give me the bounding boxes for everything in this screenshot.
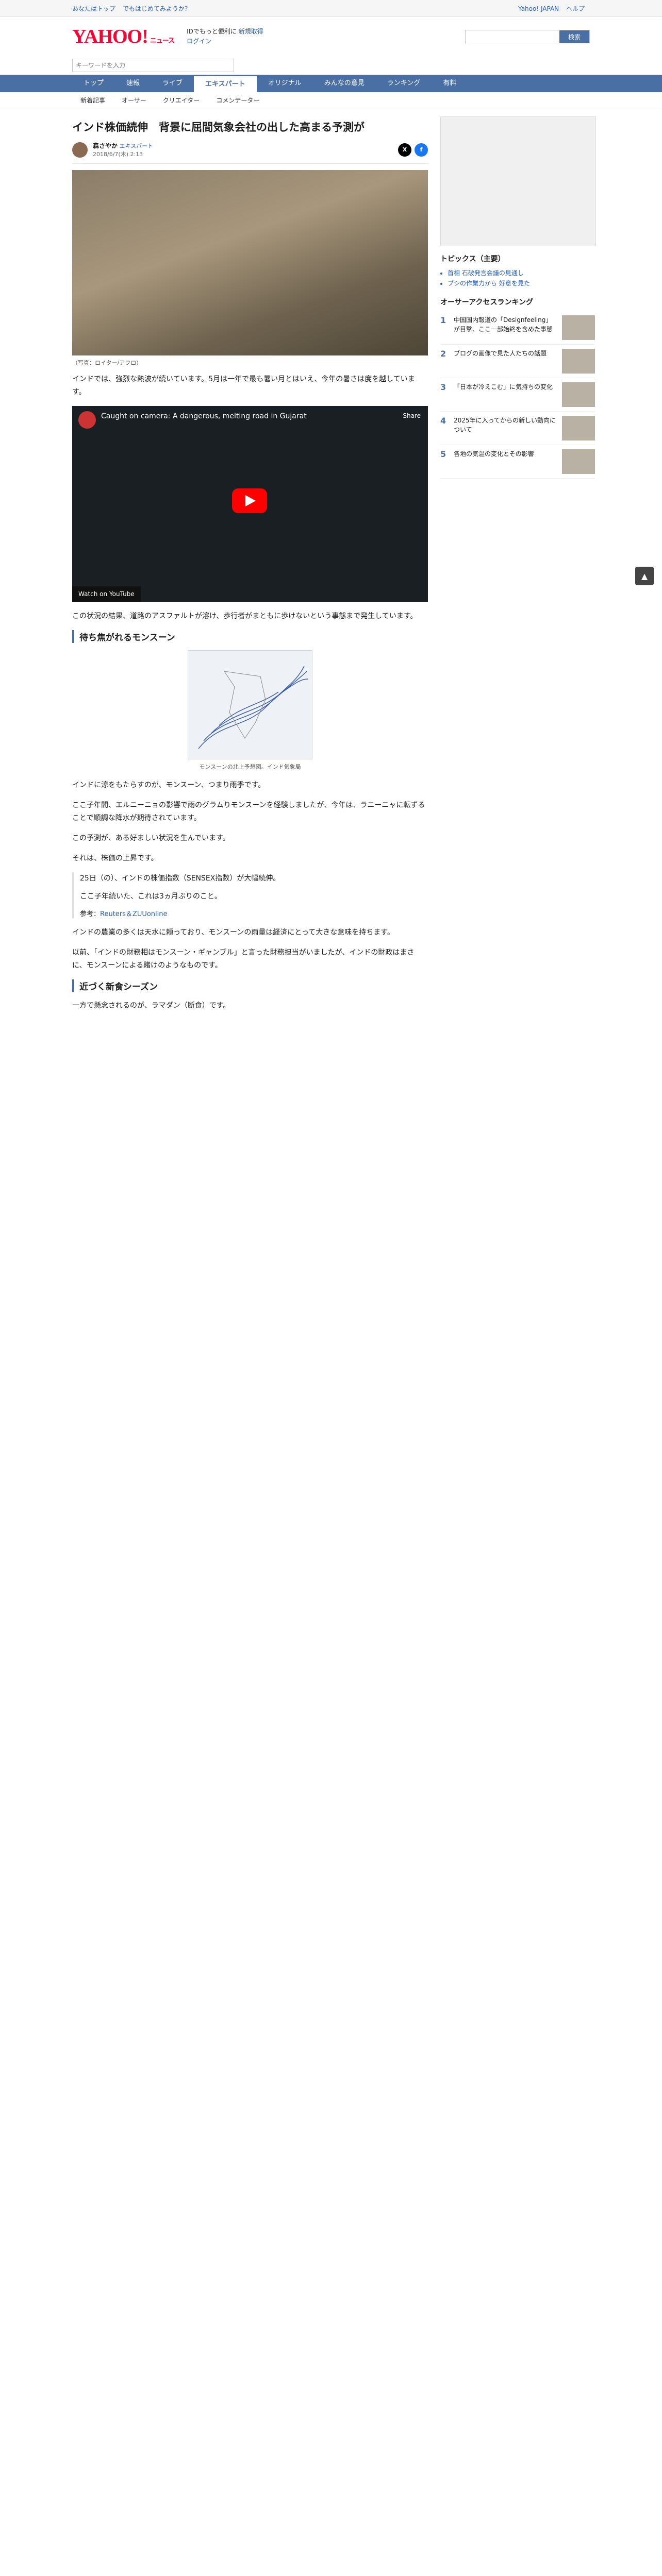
map-caption: モンスーンの北上予想図。インド気象局 bbox=[199, 764, 301, 770]
photo-caption: （写真：ロイター/アフロ） bbox=[72, 360, 142, 366]
monsoon-map bbox=[188, 650, 312, 759]
ranking-thumbnail[interactable] bbox=[562, 382, 595, 407]
sub-nav: 新着記事 オーサー クリエイター コメンテーター bbox=[0, 92, 662, 109]
ranking-title: オーサーアクセスランキング bbox=[440, 298, 534, 307]
channel-avatar[interactable] bbox=[78, 411, 96, 429]
ranking-thumbnail[interactable] bbox=[562, 416, 595, 440]
ranking-item[interactable]: 5 各地の気温の変化とその影響 bbox=[440, 445, 595, 479]
ranking-text[interactable]: 2025年に入ってからの新しい動向について bbox=[454, 416, 558, 440]
ranking-text[interactable]: 中国国内報道の「Designfeeling」が目撃、ここ一部始終を含めた事態 bbox=[454, 315, 558, 340]
sidebar-ad[interactable] bbox=[440, 116, 596, 246]
watch-on-youtube-button[interactable]: Watch on YouTube bbox=[72, 586, 141, 602]
login-prompt: IDでもっと便利に 新規取得 ログイン bbox=[187, 28, 263, 45]
login-link[interactable]: ログイン bbox=[187, 38, 211, 45]
topic-item[interactable]: 首相 石破発言会議の見通し bbox=[448, 268, 595, 278]
article-paragraph-2: この状況の結果、道路のアスファルトが溶け、歩行者がまともに歩けないという事態まで… bbox=[72, 612, 418, 620]
topics-title: トピックス（主要） bbox=[440, 255, 505, 263]
subnav-creator[interactable]: クリエイター bbox=[155, 92, 208, 109]
quoted-block: 25日（の）、インドの株価指数（SENSEX指数）が大幅続伸。 ここ子年続いた、… bbox=[72, 872, 428, 918]
quote-line-2: ここ子年続いた、これは3ヵ月ぶりのこと。 bbox=[80, 892, 222, 901]
article-paragraph-7: インドの農業の多くは天水に頼っており、モンスーンの雨量は経済にとって大きな意味を… bbox=[72, 928, 394, 937]
quote-line-1: 25日（の）、インドの株価指数（SENSEX指数）が大幅続伸。 bbox=[80, 874, 280, 883]
section-heading-2: 近づく新食シーズン bbox=[72, 979, 428, 992]
yahoo-japan-link[interactable]: Yahoo! JAPAN bbox=[518, 5, 559, 12]
subnav-latest[interactable]: 新着記事 bbox=[72, 92, 113, 109]
nav-tab-original[interactable]: オリジナル bbox=[257, 75, 313, 92]
nav-tab-live[interactable]: ライブ bbox=[151, 75, 194, 92]
sidebar: トピックス（主要） 首相 石破発言会議の見通し ブシの作業力から 好意を見た オ… bbox=[440, 116, 596, 1020]
nav-tab-ranking[interactable]: ランキング bbox=[376, 75, 432, 92]
keyword-input[interactable] bbox=[72, 59, 234, 72]
ranking-item[interactable]: 3 「日本が冷えこむ」に気持ちの変化 bbox=[440, 378, 595, 412]
masthead: YAHOO! ニュース IDでもっと便利に 新規取得 ログイン 検索 bbox=[0, 17, 662, 56]
yahoo-news-logo[interactable]: YAHOO! ニュース bbox=[72, 25, 175, 48]
ranking-number: 5 bbox=[440, 449, 446, 459]
search-input[interactable] bbox=[466, 30, 559, 43]
nav-tab-expert[interactable]: エキスパート bbox=[194, 75, 257, 92]
section-heading-1: 待ち焦がれるモンスーン bbox=[72, 630, 428, 643]
utility-link-2[interactable]: でもはじめてみようか？ bbox=[123, 5, 191, 12]
facebook-share-icon[interactable]: f bbox=[415, 143, 428, 157]
article-paragraph-4: ここ子年間、エルニーニョの影響で雨のグラムりモンスーンを経験しましたが、今年は、… bbox=[72, 801, 425, 822]
utility-link-1[interactable]: あなたはトップ bbox=[72, 5, 115, 12]
video-share-button[interactable]: Share bbox=[403, 412, 421, 419]
ranking-list: 1 中国国内報道の「Designfeeling」が目撃、ここ一部始終を含めた事態… bbox=[440, 311, 595, 479]
article-paragraph-1: インドでは、強烈な熱波が続いています。5月は一年で最も暑い月とはいえ、今年の暑さ… bbox=[72, 375, 415, 396]
byline: 森さやか エキスパート 2018/6/7(木) 2:13 X f bbox=[72, 141, 428, 164]
article-paragraph-5: この予測が、ある好ましい状況を生んでいます。 bbox=[72, 834, 230, 842]
ranking-text[interactable]: 「日本が冷えこむ」に気持ちの変化 bbox=[454, 382, 558, 407]
article-date: 2018/6/7(木) 2:13 bbox=[93, 151, 143, 158]
ranking-item[interactable]: 4 2025年に入ってからの新しい動向について bbox=[440, 412, 595, 445]
video-title[interactable]: Caught on camera: A dangerous, melting r… bbox=[101, 412, 307, 420]
search-box: 検索 bbox=[465, 30, 590, 43]
quote-source-link[interactable]: Reuters＆ZUUonline bbox=[100, 910, 168, 918]
ranking-thumbnail[interactable] bbox=[562, 449, 595, 474]
nav-tab-top[interactable]: トップ bbox=[72, 75, 115, 92]
utility-bar: あなたはトップ でもはじめてみようか？ Yahoo! JAPAN ヘルプ bbox=[0, 0, 662, 17]
ranking-item[interactable]: 2 ブログの画像で見た人たちの話題 bbox=[440, 345, 595, 378]
article-paragraph-8: 以前、「インドの財務相はモンスーン・ギャンブル」と言った財務担当がいましたが、イ… bbox=[72, 948, 415, 970]
author-name[interactable]: 森さやか bbox=[93, 142, 118, 149]
article-paragraph-6: それは、株価の上昇です。 bbox=[72, 854, 158, 862]
author-badge: エキスパート bbox=[119, 143, 154, 149]
nav-tab-breaking[interactable]: 速報 bbox=[115, 75, 151, 92]
search-button[interactable]: 検索 bbox=[559, 30, 589, 43]
keyword-search-row bbox=[0, 56, 662, 75]
article-paragraph-3: インドに涼をもたらすのが、モンスーン、つまり雨季です。 bbox=[72, 781, 266, 789]
youtube-embed[interactable]: Caught on camera: A dangerous, melting r… bbox=[72, 406, 428, 602]
nav-tab-opinion[interactable]: みんなの意見 bbox=[313, 75, 376, 92]
article-paragraph-9: 一方で懸念されるのが、ラマダン（断食）です。 bbox=[72, 1002, 230, 1010]
topics-list: 首相 石破発言会議の見通し ブシの作業力から 好意を見た bbox=[440, 268, 595, 289]
ranking-text[interactable]: ブログの画像で見た人たちの話題 bbox=[454, 349, 558, 374]
global-nav: トップ 速報 ライブ エキスパート オリジナル みんなの意見 ランキング 有料 bbox=[0, 75, 662, 92]
nav-tab-paid[interactable]: 有料 bbox=[432, 75, 468, 92]
ranking-number: 4 bbox=[440, 416, 446, 426]
ranking-thumbnail[interactable] bbox=[562, 349, 595, 374]
play-button-icon[interactable] bbox=[232, 488, 267, 513]
ranking-thumbnail[interactable] bbox=[562, 315, 595, 340]
ranking-number: 1 bbox=[440, 315, 446, 325]
subnav-author[interactable]: オーサー bbox=[113, 92, 155, 109]
x-share-icon[interactable]: X bbox=[398, 143, 411, 157]
article-title: インド株価続伸 背景に屈間気象会社の出した高まる予測が bbox=[72, 121, 365, 133]
ranking-number: 3 bbox=[440, 382, 446, 392]
topic-item[interactable]: ブシの作業力から 好意を見た bbox=[448, 278, 595, 289]
article-photo bbox=[72, 170, 428, 355]
subnav-commentator[interactable]: コメンテーター bbox=[208, 92, 268, 109]
author-avatar[interactable] bbox=[72, 142, 88, 158]
register-link[interactable]: 新規取得 bbox=[239, 28, 263, 35]
monsoon-map-lines bbox=[198, 666, 308, 749]
ranking-item[interactable]: 1 中国国内報道の「Designfeeling」が目撃、ここ一部始終を含めた事態 bbox=[440, 311, 595, 345]
scroll-to-top-icon[interactable]: ▲ bbox=[635, 567, 654, 585]
quote-source-label: 参考： bbox=[80, 910, 101, 918]
ranking-text[interactable]: 各地の気温の変化とその影響 bbox=[454, 449, 558, 474]
ranking-number: 2 bbox=[440, 349, 446, 359]
article-column: インド株価続伸 背景に屈間気象会社の出した高まる予測が 森さやか エキスパート … bbox=[72, 116, 428, 1020]
help-link[interactable]: ヘルプ bbox=[566, 5, 585, 12]
